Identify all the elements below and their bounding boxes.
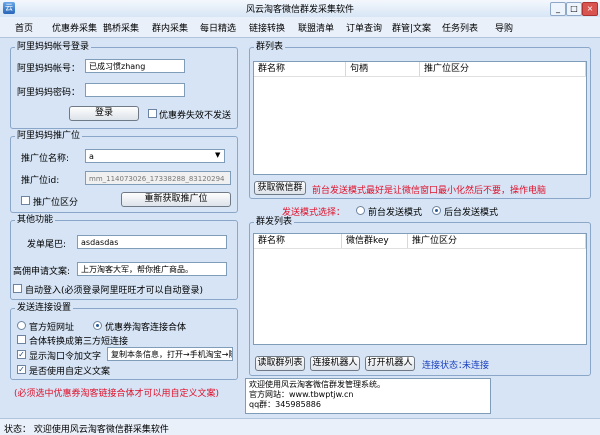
official-url-label: 官方短网址 xyxy=(29,323,75,333)
close-button[interactable]: × xyxy=(582,2,598,16)
coupon-expired-checkbox[interactable] xyxy=(148,109,157,118)
send-mode-hint: 前台发送模式最好是让微信窗口最小化然后不要，操作电脑 xyxy=(312,186,547,196)
maximize-button[interactable]: □ xyxy=(566,2,582,16)
menu-group-collect[interactable]: 群内采集 xyxy=(152,21,188,34)
promo-id-label: 推广位id: xyxy=(21,176,60,186)
menu-queqiao-collect[interactable]: 鹊桥采集 xyxy=(103,21,139,34)
connect-robot-button[interactable]: 连接机器人 xyxy=(310,356,360,371)
promo-group: 阿里妈妈推广位 推广位名称: a ▼ 推广位id: mm_114073026_1… xyxy=(10,131,238,213)
coupon-combo-radio[interactable] xyxy=(93,321,102,330)
coupon-combo-label: 优惠券淘客连接合体 xyxy=(105,323,187,333)
log-line: 欢迎使用风云淘客微信群发管理系统。 xyxy=(249,380,385,389)
promo-name-select[interactable]: a xyxy=(85,149,225,163)
group-list-table[interactable]: 群名称 句柄 推广位区分 xyxy=(253,61,587,175)
send-list-panel: 群发列表 群名称 微信群key 推广位区分 读取群列表 连接机器人 打开机器人 … xyxy=(249,217,591,376)
promo-legend: 阿里妈妈推广位 xyxy=(15,131,83,142)
send-list-header: 群名称 微信群key 推广位区分 xyxy=(254,234,586,249)
group-list-legend: 群列表 xyxy=(254,42,286,53)
coupon-expired-label: 优惠券失效不发送 xyxy=(159,111,232,121)
col-promo-split[interactable]: 推广位区分 xyxy=(420,62,586,76)
group-list-header: 群名称 句柄 推广位区分 xyxy=(254,62,586,77)
col-wechat-key[interactable]: 微信群key xyxy=(342,234,408,248)
promo-id-field: mm_114073026_17338288_83120294 xyxy=(85,171,231,185)
open-robot-button[interactable]: 打开机器人 xyxy=(365,356,415,371)
title-bar: 云 风云淘客微信群发采集软件 _ □ × xyxy=(0,0,600,18)
send-list-legend: 群发列表 xyxy=(254,217,295,228)
promo-name-label: 推广位名称: xyxy=(21,154,70,164)
copy-input[interactable]: 上万淘客大军，帮你推广商品。 xyxy=(77,262,227,276)
third-party-checkbox[interactable] xyxy=(17,335,26,344)
password-input[interactable] xyxy=(85,83,185,97)
send-list-table[interactable]: 群名称 微信群key 推广位区分 xyxy=(253,233,587,345)
custom-copy-checkbox[interactable]: ✓ xyxy=(17,365,26,374)
log-line: qq群：345985886 xyxy=(249,400,321,409)
connection-status-label: 连接状态： xyxy=(422,361,468,371)
promo-split-label: 推广位区分 xyxy=(33,198,79,208)
account-input[interactable]: 已成习惯zhang xyxy=(85,59,185,73)
login-legend: 阿里妈妈帐号登录 xyxy=(15,42,92,53)
tail-input[interactable]: asdasdas xyxy=(77,235,227,249)
official-url-radio[interactable] xyxy=(17,321,26,330)
col-send-promo-split[interactable]: 推广位区分 xyxy=(408,234,586,248)
menu-group-copy[interactable]: 群管|文案 xyxy=(392,21,431,34)
third-party-label: 合体转换成第三方短连接 xyxy=(29,337,129,347)
front-mode-label: 前台发送模式 xyxy=(368,208,423,218)
custom-copy-label: 是否使用自定义文案 xyxy=(29,367,111,377)
status-bar: 状态： 欢迎使用风云淘客微信群采集软件 xyxy=(0,418,600,435)
tkl-checkbox[interactable]: ✓ xyxy=(17,350,26,359)
auto-login-label: 自动登入(必须登录阿里旺旺才可以自动登录) xyxy=(25,286,204,296)
minimize-button[interactable]: _ xyxy=(550,2,566,16)
tail-label: 发单尾巴: xyxy=(27,240,67,250)
back-mode-label: 后台发送模式 xyxy=(444,208,499,218)
status-text: 状态： 欢迎使用风云淘客微信群采集软件 xyxy=(4,425,169,435)
menu-order-query[interactable]: 订单查询 xyxy=(346,21,382,34)
group-list-panel: 群列表 群名称 句柄 推广位区分 获取微信群 前台发送模式最好是让微信窗口最小化… xyxy=(249,42,591,199)
auto-login-checkbox[interactable] xyxy=(13,284,22,293)
log-line: 官方网站：www.tbwptjw.cn xyxy=(249,390,354,399)
fetch-wechat-groups-button[interactable]: 获取微信群 xyxy=(254,181,306,195)
tkl-input[interactable]: 复制本条信息，打开→手机淘宝→随 xyxy=(107,347,233,361)
custom-copy-warning: (必须选中优惠券淘客链接合体才可以用自定义文案) xyxy=(14,389,220,399)
log-box[interactable]: 欢迎使用风云淘客微信群发管理系统。 官方网站：www.tbwptjw.cn qq… xyxy=(245,378,491,414)
col-group-name[interactable]: 群名称 xyxy=(254,62,346,76)
password-label: 阿里妈妈密码： xyxy=(17,88,81,98)
tkl-label: 显示淘口令加文字 xyxy=(29,352,102,362)
menu-daily-picks[interactable]: 每日精选 xyxy=(200,21,236,34)
front-mode-radio[interactable] xyxy=(356,206,365,215)
refresh-promo-button[interactable]: 重新获取推广位 xyxy=(121,192,231,207)
login-button[interactable]: 登录 xyxy=(69,106,139,121)
link-legend: 发送连接设置 xyxy=(15,303,74,314)
menu-coupon-collect[interactable]: 优惠券采集 xyxy=(52,21,97,34)
read-group-list-button[interactable]: 读取群列表 xyxy=(255,356,305,371)
chevron-down-icon[interactable]: ▼ xyxy=(215,151,220,159)
menu-alliance-list[interactable]: 联盟清单 xyxy=(298,21,334,34)
other-group: 其他功能 发单尾巴: asdasdas 高佣申请文案: 上万淘客大军，帮你推广商… xyxy=(10,215,238,300)
connection-status-value: 未连接 xyxy=(462,361,490,371)
login-group: 阿里妈妈帐号登录 阿里妈妈帐号： 已成习惯zhang 阿里妈妈密码： 登录 优惠… xyxy=(10,42,238,129)
menu-bar: 首页 优惠券采集 鹊桥采集 群内采集 每日精选 链接转换 联盟清单 订单查询 群… xyxy=(0,17,600,38)
copy-label: 高佣申请文案: xyxy=(13,267,71,277)
menu-home[interactable]: 首页 xyxy=(15,21,33,34)
promo-split-checkbox[interactable] xyxy=(21,196,30,205)
account-label: 阿里妈妈帐号： xyxy=(17,64,81,74)
link-group: 发送连接设置 官方短网址 优惠券淘客连接合体 合体转换成第三方短连接 ✓ 显示淘… xyxy=(10,303,238,380)
other-legend: 其他功能 xyxy=(15,215,56,226)
menu-task-list[interactable]: 任务列表 xyxy=(442,21,478,34)
col-handle[interactable]: 句柄 xyxy=(346,62,420,76)
menu-shopping-guide[interactable]: 导购 xyxy=(495,21,513,34)
col-send-group-name[interactable]: 群名称 xyxy=(254,234,342,248)
back-mode-radio[interactable] xyxy=(432,206,441,215)
menu-link-convert[interactable]: 链接转换 xyxy=(249,21,285,34)
window-title: 风云淘客微信群发采集软件 xyxy=(245,5,354,15)
